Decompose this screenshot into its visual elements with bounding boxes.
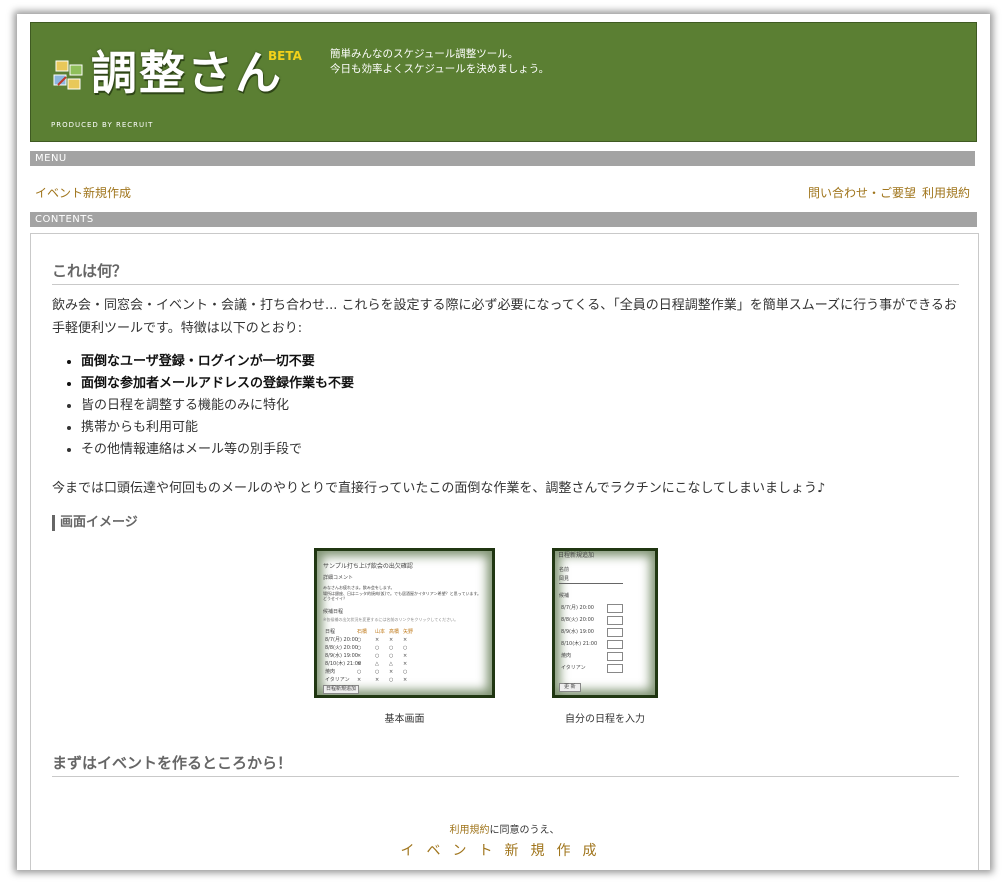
tagline: 簡単みんなのスケジュール調整ツール。 今日も効率よくスケジュールを決めましょう。: [330, 47, 549, 77]
shot1-button: 日程新規追加: [323, 685, 360, 694]
shot2-row-label: 8/10(木) 21:00: [561, 641, 598, 647]
shot2-select: [607, 640, 623, 649]
feature-item: 面倒なユーザ登録・ログインが一切不要: [81, 351, 354, 373]
shot1-cell: 8/7(月) 20:00: [325, 637, 358, 643]
shot1-comment-2: 場所は銀座、日はニッタ的焼肉(仮)で。でも居酒屋かイタリアン希望？と思っています…: [323, 591, 482, 601]
shot2-row-label: イタリアン: [561, 665, 586, 671]
shot1-cell: ×: [403, 637, 408, 643]
shot1-note: ※各候補の出欠状況を変更するには名前のリンクをクリックしてください。: [323, 617, 459, 622]
shot1-cell: ×: [375, 637, 380, 643]
menu-create-event-link[interactable]: イベント新規作成: [35, 184, 131, 201]
tagline-line-2: 今日も効率よくスケジュールを決めましょう。: [330, 63, 550, 75]
produced-by: PRODUCED BY RECRUIT: [51, 121, 154, 129]
menu-terms-link[interactable]: 利用規約: [922, 186, 970, 200]
screen-image-heading: 画面イメージ: [52, 515, 138, 531]
agree-text: 利用規約に同意のうえ、: [31, 821, 978, 836]
shot1-cell: ×: [375, 677, 380, 683]
shot1-cell: ○: [357, 645, 362, 651]
feature-item: その他情報連絡はメール等の別手段で: [81, 439, 354, 461]
shot1-cell: 8/10(木) 21:00: [325, 661, 362, 667]
menu-bar: MENU: [30, 151, 975, 166]
shot1-cell: ×: [357, 653, 362, 659]
outro-text: 今までは口頭伝達や何回ものメールのやりとりで直接行っていたこの面倒な作業を、調整…: [52, 481, 826, 496]
shot1-cell: ×: [389, 669, 394, 675]
shot2-select: [607, 628, 623, 637]
what-is-it-heading: これは何？: [52, 260, 959, 285]
caption-input-screen: 自分の日程を入力: [565, 714, 645, 725]
menu-contact-link[interactable]: 問い合わせ・ご要望: [808, 186, 916, 200]
agree-suffix: に同意のうえ、: [489, 825, 560, 836]
shot2-name-value: 岡見: [559, 576, 623, 584]
shot1-cell: ○: [403, 645, 408, 651]
shot1-cell: ○: [403, 669, 408, 675]
shot1-schedule-label: 候補日程: [323, 609, 344, 615]
shot2-row-label: 8/9(水) 19:00: [561, 629, 594, 635]
start-heading: まずはイベントを作るところから！: [52, 752, 959, 777]
shot2-row-label: 8/7(月) 20:00: [561, 605, 594, 611]
site-header: 調整さん BETA PRODUCED BY RECRUIT 簡単みんなのスケジュ…: [30, 22, 977, 142]
intro-text: 飲み会・同窓会・イベント・会議・打ち合わせ... これらを設定する際に必ず必要に…: [52, 298, 957, 336]
shot1-cell: 矢野: [403, 629, 414, 635]
input-screen-thumbnail: 日程新規追加 名前 岡見 候補 8/7(月) 20:00 8/8(火) 20:00…: [552, 548, 658, 698]
shot1-cell: 8/8(火) 20:00: [325, 645, 358, 651]
shot1-cell: ×: [389, 637, 394, 643]
shot1-cell: ×: [403, 677, 408, 683]
shot2-select: [607, 616, 623, 625]
shot1-comment-1: みなさんお疲れさま。飲み会をします。: [323, 585, 395, 590]
contents-bar: CONTENTS: [30, 212, 977, 227]
agree-terms-link[interactable]: 利用規約: [450, 825, 490, 836]
shot1-cell: ○: [357, 669, 362, 675]
shot1-cell: ○: [375, 669, 380, 675]
shot1-cell: 石橋: [357, 629, 368, 635]
shot1-comment-label: 詳細コメント: [323, 575, 354, 581]
shot1-cell: 焼肉: [325, 669, 336, 675]
shot1-cell: ○: [389, 653, 394, 659]
tagline-line-1: 簡単みんなのスケジュール調整ツール。: [330, 48, 519, 60]
shot2-button: 更 新: [559, 683, 581, 692]
beta-badge: BETA: [268, 49, 302, 63]
logo-text[interactable]: 調整さん: [91, 41, 283, 105]
shot1-cell: 山本: [375, 629, 386, 635]
shot2-row-label: 焼肉: [561, 653, 572, 659]
input-screen-inner: 日程新規追加 名前 岡見 候補 8/7(月) 20:00 8/8(火) 20:00…: [555, 551, 655, 695]
basic-screen-thumbnail: サンプル打ち上げ飲会の出欠確認 詳細コメント みなさんお疲れさま。飲み会をします…: [314, 548, 495, 698]
shot1-cell: △: [389, 661, 393, 667]
create-event-button[interactable]: イベント新規作成: [31, 840, 978, 860]
page-frame: 調整さん BETA PRODUCED BY RECRUIT 簡単みんなのスケジュ…: [17, 14, 990, 870]
logo-cubes-icon: [53, 60, 83, 90]
shot2-name-label: 名前: [559, 567, 570, 573]
shot1-cell: ○: [389, 645, 394, 651]
feature-item: 面倒な参加者メールアドレスの登録作業も不要: [81, 373, 354, 395]
shot1-cell: ○: [357, 637, 362, 643]
shot1-cell: ○: [375, 645, 380, 651]
shot2-schedule-label: 候補: [559, 593, 570, 599]
shot2-select: [607, 652, 623, 661]
shot2-select: [607, 664, 623, 673]
shot1-cell: 8/9(水) 19:00: [325, 653, 358, 659]
caption-basic-screen: 基本画面: [384, 714, 425, 725]
shot1-cell: イタリアン: [325, 677, 350, 683]
shot1-cell: △: [375, 661, 379, 667]
shot1-cell: ×: [357, 661, 362, 667]
feature-list: 面倒なユーザ登録・ログインが一切不要 面倒な参加者メールアドレスの登録作業も不要…: [52, 351, 354, 461]
shot2-row-label: 8/8(火) 20:00: [561, 617, 594, 623]
shot1-cell: ○: [375, 653, 380, 659]
feature-item: 携帯からも利用可能: [81, 417, 354, 439]
basic-screen-inner: サンプル打ち上げ飲会の出欠確認 詳細コメント みなさんお疲れさま。飲み会をします…: [317, 551, 492, 695]
content-panel: これは何？ 飲み会・同窓会・イベント・会議・打ち合わせ... これらを設定する際…: [30, 233, 979, 870]
shot1-cell: ×: [403, 661, 408, 667]
shot1-cell: 日程: [325, 629, 336, 635]
shot1-cell: ×: [357, 677, 362, 683]
shot1-cell: ×: [403, 653, 408, 659]
feature-item: 皆の日程を調整する機能のみに特化: [81, 395, 354, 417]
shot1-cell: 高橋: [389, 629, 400, 635]
shot2-title: 日程新規追加: [558, 552, 595, 559]
menu-right-links: 問い合わせ・ご要望 利用規約: [802, 184, 970, 201]
shot1-title: サンプル打ち上げ飲会の出欠確認: [323, 563, 413, 570]
shot1-cell: ○: [389, 677, 394, 683]
shot2-select: [607, 604, 623, 613]
